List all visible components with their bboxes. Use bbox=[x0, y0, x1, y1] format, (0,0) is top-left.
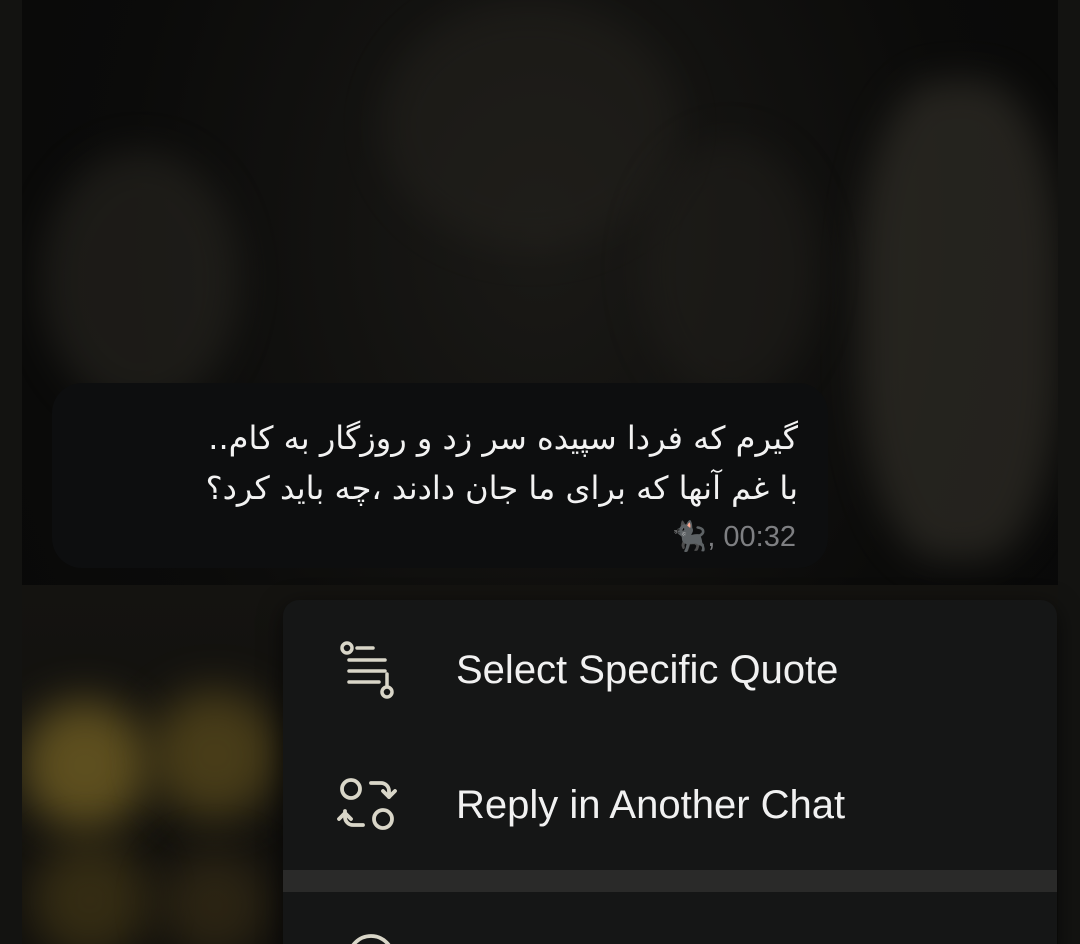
wallpaper-shape bbox=[640, 140, 820, 400]
wallpaper-shape bbox=[40, 150, 240, 410]
wallpaper-shape bbox=[380, 0, 680, 250]
menu-item-reply-in-another-chat[interactable]: Reply in Another Chat bbox=[283, 740, 1057, 870]
chat-screen: گیرم که فردا سپیده سر زد و روزگار به کام… bbox=[0, 0, 1080, 944]
menu-item-label: Select Specific Quote bbox=[456, 648, 839, 692]
message-context-menu: Select Specific Quote Reply in Another C… bbox=[283, 600, 1057, 944]
reply-another-chat-icon bbox=[337, 778, 397, 830]
menu-divider bbox=[283, 870, 1057, 892]
partially-visible-icon bbox=[351, 934, 391, 944]
select-quote-icon bbox=[340, 641, 394, 699]
message-text-line: با غم آنها که برای ما جان دادند ،چه باید… bbox=[205, 469, 798, 507]
message-meta: 🐈‍⬛, 00:32 bbox=[671, 520, 796, 554]
screen-edge bbox=[1058, 0, 1080, 944]
sender-emoji: 🐈‍⬛ bbox=[671, 521, 708, 553]
menu-item-select-specific-quote[interactable]: Select Specific Quote bbox=[283, 605, 1057, 735]
message-bubble[interactable]: گیرم که فردا سپیده سر زد و روزگار به کام… bbox=[52, 383, 828, 568]
message-text-line: گیرم که فردا سپیده سر زد و روزگار به کام… bbox=[208, 419, 798, 457]
menu-item-label: Reply in Another Chat bbox=[456, 783, 846, 827]
blurred-light bbox=[20, 700, 150, 830]
blurred-light bbox=[150, 690, 280, 820]
message-time: , 00:32 bbox=[707, 521, 796, 553]
screen-edge bbox=[0, 0, 22, 944]
wallpaper-shape bbox=[860, 80, 1060, 560]
